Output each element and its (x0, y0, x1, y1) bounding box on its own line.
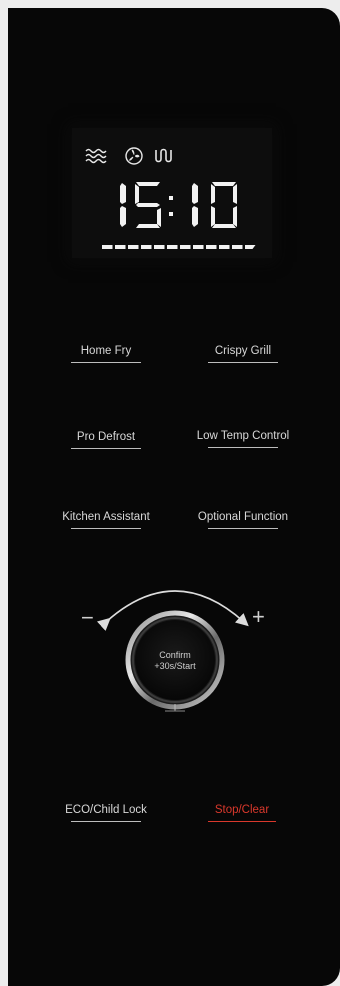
plus-button[interactable]: + (252, 606, 265, 628)
mode-icons (84, 146, 194, 170)
progress-segment (232, 245, 243, 249)
progress-segment (245, 245, 256, 249)
home-fry-button[interactable]: Home Fry (68, 344, 144, 363)
kitchen-assistant-label: Kitchen Assistant (62, 511, 150, 523)
progress-bar (102, 245, 256, 249)
minus-button[interactable]: − (81, 607, 94, 629)
eco-child-lock-label: ECO/Child Lock (65, 804, 147, 816)
crispy-grill-button[interactable]: Crispy Grill (205, 344, 281, 363)
optional-function-label: Optional Function (197, 511, 289, 523)
progress-segment (219, 245, 230, 249)
clock-digits (120, 182, 237, 228)
pro-defrost-button[interactable]: Pro Defrost (68, 430, 144, 449)
kitchen-assistant-underline (71, 528, 141, 529)
progress-segment (115, 245, 126, 249)
progress-segment (154, 245, 165, 249)
crispy-grill-label: Crispy Grill (214, 345, 272, 357)
optional-function-underline (208, 528, 278, 529)
crispy-grill-underline (208, 362, 278, 363)
low-temp-control-button[interactable]: Low Temp Control (193, 429, 293, 448)
low-temp-control-underline (208, 447, 278, 448)
progress-segment (128, 245, 139, 249)
stop-clear-button[interactable]: Stop/Clear (200, 803, 284, 822)
steam-waves-icon (85, 148, 107, 164)
start-label: +30s/Start (154, 661, 196, 671)
kitchen-assistant-button[interactable]: Kitchen Assistant (56, 510, 156, 529)
pro-defrost-underline (71, 448, 141, 449)
confirm-label: Confirm (159, 650, 191, 660)
low-temp-control-label: Low Temp Control (196, 430, 290, 442)
optional-function-button[interactable]: Optional Function (192, 510, 294, 529)
home-fry-underline (71, 362, 141, 363)
home-fry-label: Home Fry (80, 345, 132, 357)
stop-clear-underline (208, 821, 276, 822)
progress-segment (180, 245, 191, 249)
progress-segment (206, 245, 217, 249)
eco-child-lock-button[interactable]: ECO/Child Lock (56, 803, 156, 822)
progress-segment (102, 245, 113, 249)
pro-defrost-label: Pro Defrost (76, 431, 136, 443)
progress-segment (193, 245, 204, 249)
fan-icon (125, 147, 143, 165)
eco-child-lock-underline (71, 821, 141, 822)
progress-segment (141, 245, 152, 249)
confirm-start-knob[interactable]: Confirm +30s/Start (123, 608, 227, 712)
grill-heater-icon (155, 148, 172, 163)
progress-segment (167, 245, 178, 249)
stop-clear-label: Stop/Clear (214, 804, 270, 816)
